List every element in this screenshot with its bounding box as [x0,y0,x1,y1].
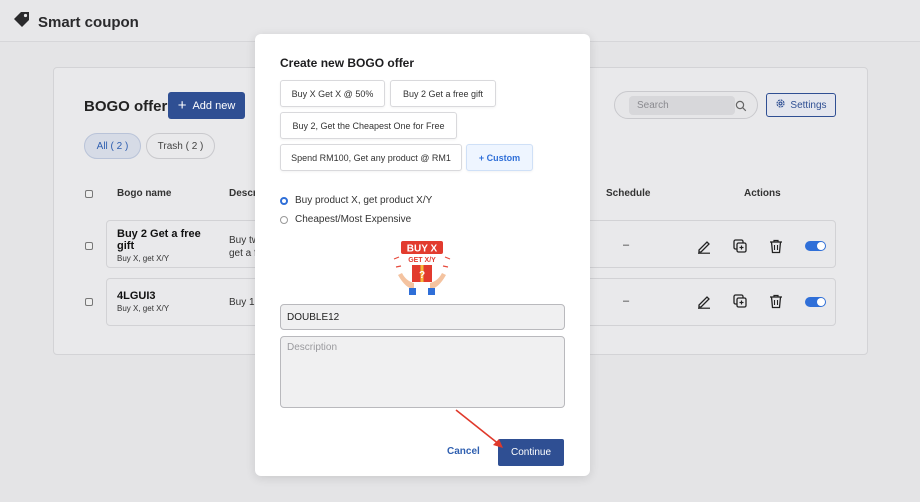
search-box[interactable]: Search [614,91,758,119]
illustration-line1: BUY X [407,244,438,255]
trash-icon[interactable] [768,238,784,254]
illustration-mark: ? [419,270,425,281]
row-subtitle: Buy X, get X/Y [117,304,170,313]
duplicate-icon[interactable] [732,293,748,309]
filter-trash-tab[interactable]: Trash ( 2 ) [146,133,215,159]
option-label: Buy product X, get product X/Y [295,195,433,206]
settings-label: Settings [790,99,827,111]
row-checkbox[interactable] [85,242,93,250]
row-schedule: – [623,295,630,307]
select-all-checkbox[interactable] [85,190,93,198]
row-schedule: – [623,239,630,251]
page-title: BOGO offers [84,98,176,115]
radio-unselected[interactable] [280,215,288,224]
column-header-actions: Actions [744,188,781,199]
template-chip-buy-2-free-gift[interactable]: Buy 2 Get a free gift [390,80,496,107]
brand: Smart coupon [12,10,139,35]
option-cheapest-most-expensive[interactable]: Cheapest/Most Expensive [280,214,411,225]
illustration-line2: GET X/Y [408,257,436,264]
description-textarea[interactable] [280,336,565,408]
search-icon[interactable] [735,99,747,117]
trash-icon[interactable] [768,293,784,309]
modal-title: Create new BOGO offer [280,56,415,70]
add-new-button[interactable]: + Add new [168,92,245,119]
row-checkbox[interactable] [85,298,93,306]
duplicate-icon[interactable] [732,238,748,254]
edit-icon[interactable] [696,238,712,254]
edit-icon[interactable] [696,293,712,309]
create-bogo-modal: Create new BOGO offer Buy X Get X @ 50% … [255,34,590,476]
settings-button[interactable]: Settings [766,93,836,117]
column-header-description: Descr [229,188,257,199]
continue-button[interactable]: Continue [498,439,564,466]
row-subtitle: Buy X, get X/Y [117,254,170,263]
template-chip-spend-rm100[interactable]: Spend RM100, Get any product @ RM1 [280,144,462,171]
coupon-code-input[interactable] [280,304,565,330]
filter-all-tab[interactable]: All ( 2 ) [84,133,141,159]
radio-selected[interactable] [280,196,288,205]
row-name: 4LGUI3 [117,290,156,302]
active-toggle[interactable] [805,241,826,251]
add-new-label: Add new [192,99,236,112]
tag-icon [12,10,32,35]
option-buy-x-get-xy[interactable]: Buy product X, get product X/Y [280,195,432,206]
app-title: Smart coupon [38,14,139,31]
gear-icon [775,98,786,112]
template-chip-buy-x-get-x-50[interactable]: Buy X Get X @ 50% [280,80,385,107]
template-chip-buy-2-cheapest-free[interactable]: Buy 2, Get the Cheapest One for Free [280,112,457,139]
buy-x-get-xy-illustration: BUY X GET X/Y ? [393,241,451,295]
row-description: Buy 1 [229,297,255,308]
plus-icon: + [177,97,187,114]
row-name: Buy 2 Get a free gift [117,228,201,252]
search-input[interactable]: Search [629,96,735,115]
template-chip-custom[interactable]: + Custom [466,144,533,171]
option-label: Cheapest/Most Expensive [295,214,412,225]
column-header-name: Bogo name [117,188,172,199]
column-header-schedule: Schedule [606,188,651,199]
row-description-line2: get a f [229,248,257,259]
cancel-button[interactable]: Cancel [447,446,480,457]
active-toggle[interactable] [805,297,826,307]
